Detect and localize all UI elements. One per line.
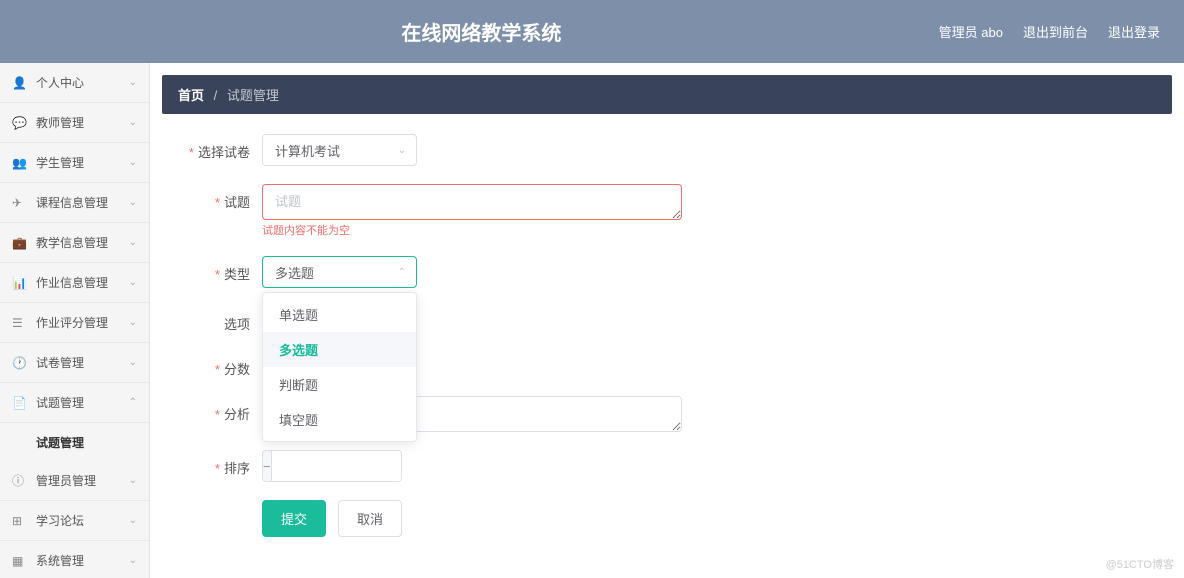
label-type: 类型 xyxy=(182,256,262,283)
breadcrumb-current: 试题管理 xyxy=(227,88,279,103)
bars-icon: 📊 xyxy=(12,276,28,290)
chevron-down-icon: ⌄ xyxy=(129,357,137,368)
order-minus-button[interactable]: − xyxy=(263,451,272,481)
sidebar-subitem-question[interactable]: 试题管理 xyxy=(0,423,149,461)
sidebar-item-personal[interactable]: 👤 个人中心 ⌄ xyxy=(0,63,149,103)
breadcrumb: 首页 / 试题管理 xyxy=(162,75,1172,114)
breadcrumb-home[interactable]: 首页 xyxy=(178,88,204,103)
type-option-single[interactable]: 单选题 xyxy=(263,297,416,332)
chevron-down-icon: ⌄ xyxy=(129,475,137,486)
label-analysis: 分析 xyxy=(182,396,262,423)
chevron-down-icon: ⌄ xyxy=(398,145,406,156)
chevron-down-icon: ⌄ xyxy=(129,277,137,288)
type-option-multi[interactable]: 多选题 xyxy=(263,332,416,367)
sidebar-item-question[interactable]: 📄 试题管理 ⌃ xyxy=(0,383,149,423)
order-stepper: − + xyxy=(262,450,402,482)
cancel-button[interactable]: 取消 xyxy=(338,500,402,537)
list-icon: ☰ xyxy=(12,316,28,330)
label-order: 排序 xyxy=(182,450,262,477)
chevron-down-icon: ⌄ xyxy=(129,317,137,328)
app-title: 在线网络教学系统 xyxy=(24,17,939,46)
question-input[interactable]: 试题 xyxy=(262,184,682,220)
info-icon: ⓘ xyxy=(12,472,28,489)
chevron-down-icon: ⌄ xyxy=(129,237,137,248)
chevron-down-icon: ⌄ xyxy=(129,555,137,566)
type-option-fill[interactable]: 填空题 xyxy=(263,402,416,437)
logout-link[interactable]: 退出登录 xyxy=(1108,22,1160,41)
exit-front-link[interactable]: 退出到前台 xyxy=(1023,22,1088,41)
main-content: 首页 / 试题管理 选择试卷 计算机考试 ⌄ 试题 试题 试题内容不能为空 xyxy=(150,63,1184,578)
user-label[interactable]: 管理员 abo xyxy=(939,22,1003,41)
type-dropdown: 单选题 多选题 判断题 填空题 xyxy=(262,292,417,442)
app-header: 在线网络教学系统 管理员 abo 退出到前台 退出登录 xyxy=(0,0,1184,63)
chevron-down-icon: ⌄ xyxy=(129,77,137,88)
briefcase-icon: 💼 xyxy=(12,236,28,250)
nav-icon: ✈ xyxy=(12,196,28,210)
header-links: 管理员 abo 退出到前台 退出登录 xyxy=(939,22,1160,41)
sidebar-item-course[interactable]: ✈ 课程信息管理 ⌄ xyxy=(0,183,149,223)
order-field[interactable] xyxy=(272,451,402,481)
user-icon: 👤 xyxy=(12,76,28,90)
chevron-up-icon: ⌃ xyxy=(129,397,137,408)
question-error: 试题内容不能为空 xyxy=(262,222,682,238)
type-option-judge[interactable]: 判断题 xyxy=(263,367,416,402)
sidebar-item-teacher[interactable]: 💬 教师管理 ⌄ xyxy=(0,103,149,143)
chevron-down-icon: ⌄ xyxy=(129,117,137,128)
sidebar: 👤 个人中心 ⌄ 💬 教师管理 ⌄ 👥 学生管理 ⌄ ✈ 课程信息管理 ⌄ 💼 … xyxy=(0,63,150,578)
select-paper[interactable]: 计算机考试 ⌄ xyxy=(262,134,417,166)
grid-icon: ▦ xyxy=(12,554,28,568)
label-question: 试题 xyxy=(182,184,262,211)
sidebar-item-teaching[interactable]: 💼 教学信息管理 ⌄ xyxy=(0,223,149,263)
watermark: @51CTO博客 xyxy=(1106,556,1174,572)
window-icon: ⊞ xyxy=(12,514,28,528)
submit-button[interactable]: 提交 xyxy=(262,500,326,537)
sidebar-item-system[interactable]: ▦ 系统管理 ⌄ xyxy=(0,541,149,578)
question-form: 选择试卷 计算机考试 ⌄ 试题 试题 试题内容不能为空 类型 xyxy=(162,134,1172,537)
chevron-down-icon: ⌄ xyxy=(129,515,137,526)
clock-icon: 🕐 xyxy=(12,356,28,370)
chevron-down-icon: ⌄ xyxy=(129,157,137,168)
label-options: 选项 xyxy=(182,306,262,333)
sidebar-item-grading[interactable]: ☰ 作业评分管理 ⌄ xyxy=(0,303,149,343)
chevron-up-icon: ⌃ xyxy=(398,267,406,278)
chevron-down-icon: ⌄ xyxy=(129,197,137,208)
select-type[interactable]: 多选题 ⌃ xyxy=(262,256,417,288)
sidebar-item-homework[interactable]: 📊 作业信息管理 ⌄ xyxy=(0,263,149,303)
doc-icon: 📄 xyxy=(12,396,28,410)
sidebar-item-exam[interactable]: 🕐 试卷管理 ⌄ xyxy=(0,343,149,383)
sidebar-item-admin[interactable]: ⓘ 管理员管理 ⌄ xyxy=(0,461,149,501)
label-score: 分数 xyxy=(182,351,262,378)
breadcrumb-sep: / xyxy=(214,88,218,103)
users-icon: 👥 xyxy=(12,156,28,170)
chat-icon: 💬 xyxy=(12,116,28,130)
sidebar-item-forum[interactable]: ⊞ 学习论坛 ⌄ xyxy=(0,501,149,541)
sidebar-item-student[interactable]: 👥 学生管理 ⌄ xyxy=(0,143,149,183)
label-select-paper: 选择试卷 xyxy=(182,134,262,161)
